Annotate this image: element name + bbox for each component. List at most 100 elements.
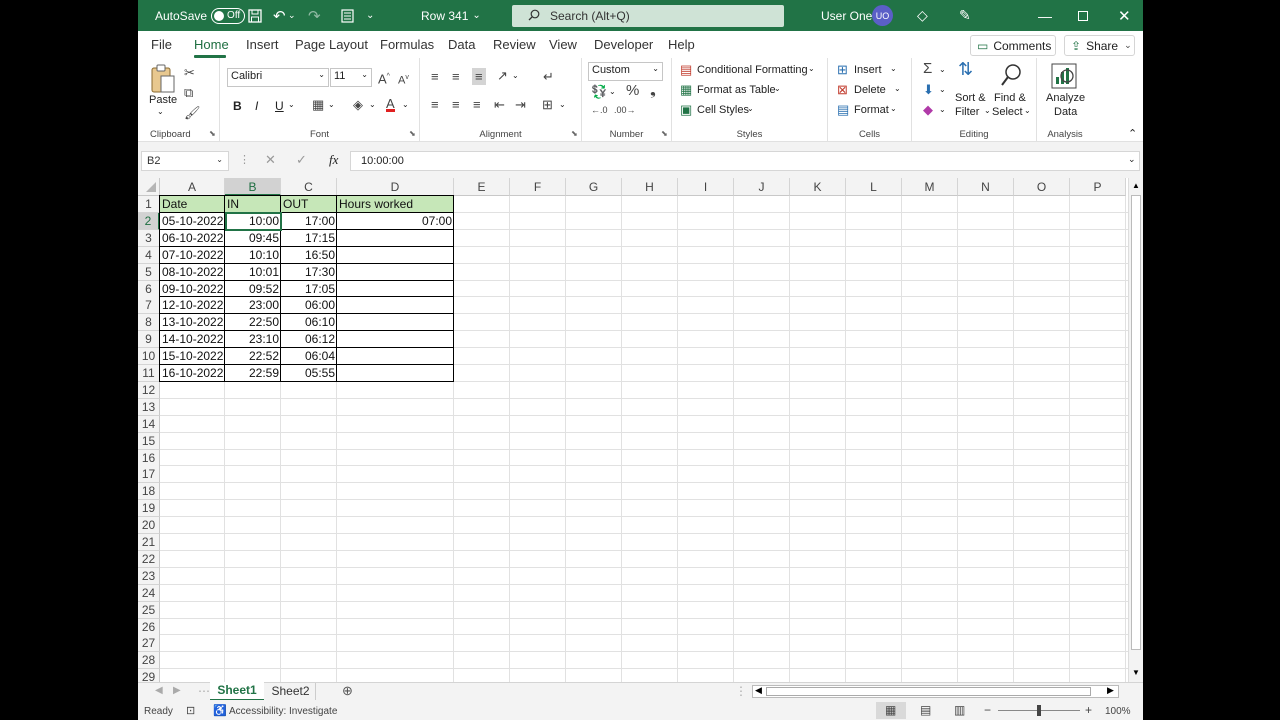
zoom-slider-thumb[interactable] (1037, 705, 1041, 716)
clear-dropdown-icon[interactable]: ⌄ (939, 105, 946, 114)
column-header-a[interactable]: A (160, 178, 225, 196)
cell-d8[interactable] (337, 314, 454, 331)
wrap-text-icon[interactable]: ↵ (543, 70, 554, 83)
number-format-select[interactable]: Custom ⌄ (588, 62, 663, 81)
next-sheet-icon[interactable]: ▶ (173, 685, 181, 696)
file-name[interactable]: Row 341 ⌄ (421, 0, 481, 31)
row-header-27[interactable]: 27 (138, 635, 160, 653)
cell-d10[interactable] (337, 348, 454, 365)
cell-d11[interactable] (337, 365, 454, 382)
tab-developer[interactable]: Developer (594, 37, 653, 52)
align-right-icon[interactable]: ≡ (473, 98, 481, 111)
form-icon[interactable] (341, 0, 354, 31)
accessibility-status[interactable]: Accessibility: Investigate (229, 706, 337, 717)
row-header-9[interactable]: 9 (138, 331, 160, 349)
align-center-icon[interactable]: ≡ (452, 98, 460, 111)
spreadsheet-grid[interactable]: ABCDEFGHIJKLMNOP 1 2 3 4 5 6 7 8 9 10 11 12 13 14 15 16… (138, 178, 1128, 682)
undo-icon[interactable]: ↶ (273, 0, 286, 31)
clear-icon[interactable]: ◆ (923, 103, 933, 116)
maximize-icon[interactable] (1078, 0, 1088, 31)
cell-a2[interactable]: 05-10-2022 (160, 213, 225, 230)
autosum-icon[interactable]: Σ (923, 61, 932, 76)
paste-dropdown-icon[interactable]: ⌄ (157, 107, 164, 116)
add-sheet-icon[interactable]: ⊕ (342, 683, 353, 699)
chevron-down-icon[interactable]: ⌄ (1024, 106, 1031, 115)
font-family-select[interactable]: Calibri ⌄ (227, 68, 329, 87)
cell-c1[interactable]: OUT (281, 196, 337, 213)
delete-cells-button[interactable]: Delete (854, 84, 886, 96)
select-all-corner[interactable] (138, 178, 160, 196)
row-header-5[interactable]: 5 (138, 263, 160, 281)
row-header-19[interactable]: 19 (138, 500, 160, 518)
save-icon[interactable] (248, 0, 262, 31)
share-button[interactable]: ⇪ Share ⌄ (1064, 35, 1135, 56)
column-header-c[interactable]: C (281, 178, 337, 196)
cell-c3[interactable]: 17:15 (281, 230, 337, 247)
cancel-icon[interactable]: ✕ (265, 152, 276, 168)
align-bottom-icon[interactable]: ≡ (472, 68, 486, 85)
tab-insert[interactable]: Insert (246, 37, 279, 52)
column-header-j[interactable]: J (734, 178, 790, 196)
row-header-2[interactable]: 2 (138, 212, 160, 230)
paste-label[interactable]: Paste (149, 94, 177, 106)
row-header-24[interactable]: 24 (138, 584, 160, 602)
font-color-icon[interactable]: A (386, 97, 395, 112)
page-layout-view-icon[interactable]: ▤ (920, 703, 931, 717)
column-header-o[interactable]: O (1014, 178, 1070, 196)
tab-formulas[interactable]: Formulas (380, 37, 434, 52)
cell-d1[interactable]: Hours worked (337, 196, 454, 213)
number-launcher-icon[interactable]: ⬊ (661, 129, 668, 138)
cell-b1[interactable]: IN (225, 196, 281, 213)
cell-d3[interactable] (337, 230, 454, 247)
chevron-down-icon[interactable]: ⌄ (890, 64, 897, 73)
minimize-icon[interactable]: — (1038, 0, 1052, 31)
chevron-down-icon[interactable]: ⌄ (747, 104, 754, 113)
paste-icon[interactable] (150, 64, 176, 96)
cell-d7[interactable] (337, 297, 454, 314)
autosave-control[interactable]: AutoSave Off (155, 0, 246, 31)
row-header-16[interactable]: 16 (138, 449, 160, 467)
expand-formula-bar-icon[interactable]: ⌄ (1128, 154, 1136, 165)
column-header-l[interactable]: L (846, 178, 902, 196)
sheet-tab-sheet2[interactable]: Sheet2 (266, 683, 316, 701)
row-header-7[interactable]: 7 (138, 297, 160, 315)
row-header-13[interactable]: 13 (138, 398, 160, 416)
font-launcher-icon[interactable]: ⬊ (409, 129, 416, 138)
fill-dropdown-icon[interactable]: ⌄ (369, 100, 376, 109)
borders-dropdown-icon[interactable]: ⌄ (328, 100, 335, 109)
tab-help[interactable]: Help (668, 37, 695, 52)
format-cells-button[interactable]: Format (854, 104, 889, 116)
borders-icon[interactable]: ▦ (312, 98, 324, 111)
merge-center-icon[interactable]: ⊞ (542, 98, 553, 111)
cell-styles-button[interactable]: Cell Styles (697, 104, 749, 116)
percent-icon[interactable]: % (626, 83, 639, 98)
align-top-icon[interactable]: ≡ (431, 70, 439, 83)
cell-c7[interactable]: 06:00 (281, 297, 337, 314)
cell-b6[interactable]: 09:52 (225, 281, 281, 298)
row-header-10[interactable]: 10 (138, 348, 160, 366)
cell-d6[interactable] (337, 281, 454, 298)
cell-b3[interactable]: 09:45 (225, 230, 281, 247)
insert-cells-button[interactable]: Insert (854, 64, 882, 76)
row-header-12[interactable]: 12 (138, 381, 160, 399)
cell-c8[interactable]: 06:10 (281, 314, 337, 331)
row-header-17[interactable]: 17 (138, 466, 160, 484)
conditional-formatting-button[interactable]: Conditional Formatting (697, 64, 808, 76)
row-header-23[interactable]: 23 (138, 567, 160, 585)
clipboard-launcher-icon[interactable]: ⬊ (209, 129, 216, 138)
name-box[interactable]: B2 ⌄ (141, 151, 229, 171)
zoom-out-icon[interactable]: − (984, 703, 991, 717)
font-color-dropdown-icon[interactable]: ⌄ (402, 100, 409, 109)
cut-icon[interactable]: ✂ (184, 66, 195, 79)
underline-button[interactable]: U (275, 99, 284, 113)
column-header-h[interactable]: H (622, 178, 678, 196)
user-name[interactable]: User One (821, 0, 872, 31)
undo-dropdown-icon[interactable]: ⌄ (288, 0, 296, 31)
cell-b9[interactable]: 23:10 (225, 331, 281, 348)
horizontal-scroll-thumb[interactable] (766, 687, 1091, 696)
row-header-8[interactable]: 8 (138, 314, 160, 332)
chevron-down-icon[interactable]: ⌄ (774, 84, 781, 93)
more-options-icon[interactable]: ⋮ (239, 153, 250, 166)
row-header-3[interactable]: 3 (138, 229, 160, 247)
autosave-toggle[interactable]: Off (211, 7, 246, 24)
